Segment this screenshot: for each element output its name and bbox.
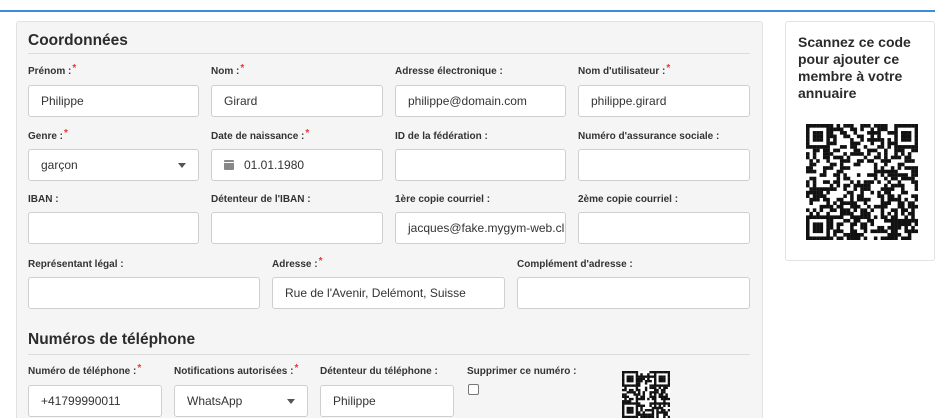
dob-label: Date de naissance :*: [211, 128, 310, 142]
section-divider: [28, 354, 750, 355]
delete-number-checkbox[interactable]: [468, 384, 479, 395]
delete-number-label: Supprimer ce numéro :: [467, 366, 577, 377]
phone-qr-code-icon: [622, 371, 670, 418]
legal-rep-field[interactable]: [28, 277, 260, 309]
qr-instructions: Scannez ce code pour ajouter ce membre à…: [798, 34, 911, 101]
email-field[interactable]: philippe@domain.com: [395, 85, 566, 117]
section-title-coordonnees: Coordonnées: [28, 32, 128, 49]
email-label: Adresse électronique :: [395, 66, 503, 77]
member-qr-code-icon: [806, 124, 918, 240]
genre-label: Genre :*: [28, 128, 68, 142]
top-accent-line: [0, 10, 935, 12]
chevron-down-icon: [287, 399, 295, 404]
iban-field[interactable]: [28, 212, 199, 244]
prenom-label: Prénom :*: [28, 63, 77, 77]
phone-holder-label: Détenteur du téléphone :: [320, 366, 438, 377]
avs-label: Numéro d'assurance sociale :: [578, 131, 720, 142]
email-copy2-field[interactable]: [578, 212, 750, 244]
nom-label: Nom :*: [211, 63, 245, 77]
federation-field[interactable]: [395, 149, 566, 181]
address-field[interactable]: Rue de l'Avenir, Delémont, Suisse: [272, 277, 505, 309]
dob-field[interactable]: 01.01.1980: [211, 149, 383, 181]
email-copy1-field[interactable]: jacques@fake.mygym-web.cl: [395, 212, 566, 244]
username-field[interactable]: philippe.girard: [578, 85, 750, 117]
iban-holder-label: Détenteur de l'IBAN :: [211, 194, 311, 205]
address-label: Adresse :*: [272, 256, 323, 270]
federation-label: ID de la fédération :: [395, 131, 488, 142]
notifications-select[interactable]: WhatsApp: [174, 385, 308, 417]
legal-rep-label: Représentant légal :: [28, 259, 124, 270]
prenom-field[interactable]: Philippe: [28, 85, 199, 117]
phone-holder-field[interactable]: Philippe: [320, 385, 454, 417]
calendar-icon: [224, 160, 234, 170]
email-copy2-label: 2ème copie courriel :: [578, 194, 679, 205]
avs-field[interactable]: [578, 149, 750, 181]
notifications-label: Notifications autorisées :*: [174, 363, 299, 377]
phone-number-label: Numéro de téléphone :*: [28, 363, 142, 377]
genre-select[interactable]: garçon: [28, 149, 199, 181]
username-label: Nom d'utilisateur :*: [578, 63, 671, 77]
address2-field[interactable]: [517, 277, 750, 309]
section-title-phones: Numéros de téléphone: [28, 331, 196, 348]
nom-field[interactable]: Girard: [211, 85, 383, 117]
iban-label: IBAN :: [28, 194, 59, 205]
chevron-down-icon: [178, 163, 186, 168]
email-copy1-label: 1ère copie courriel :: [395, 194, 491, 205]
section-divider: [28, 53, 750, 54]
phone-number-field[interactable]: +41799990011: [28, 385, 162, 417]
iban-holder-field[interactable]: [211, 212, 383, 244]
address2-label: Complément d'adresse :: [517, 259, 633, 270]
